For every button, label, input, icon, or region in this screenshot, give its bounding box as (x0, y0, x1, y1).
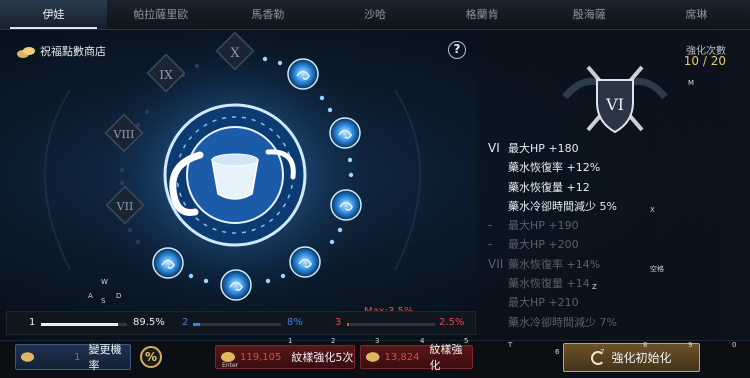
coin-pile-icon (17, 47, 35, 58)
prob-1-value: 89.5% (133, 317, 165, 328)
coin-icon (20, 352, 35, 362)
prob-2-value: 8% (287, 317, 303, 328)
svg-text:X: X (230, 46, 240, 61)
prob-3-bar (347, 323, 435, 326)
level-crest-icon: VI (562, 65, 668, 134)
enhance-5x-label: 紋樣強化5次 (291, 351, 354, 364)
key-hint-space: 空格 (650, 265, 664, 273)
stats-list: VI 最大HP +180 藥水恢復率 +12% 藥水恢復量 +12 藥水冷卻時間減… (488, 139, 738, 332)
stat-row: 藥水恢復率 +12% (508, 161, 601, 175)
constellation-graphic: X IX VIII VII (44, 25, 421, 325)
prob-1-fill (41, 323, 118, 326)
reset-enhancement-label: 強化初始化 (611, 351, 672, 365)
svg-text:VII: VII (116, 200, 134, 213)
tab-gran-kain[interactable]: 格蘭肯 (429, 0, 536, 29)
key-hint-d: D (116, 292, 122, 300)
aquarius-emblem-icon (163, 103, 307, 247)
key-hint-2: 2 (331, 337, 336, 345)
stat-row: - 最大HP +200 (488, 237, 579, 252)
enhance-button[interactable]: 13,824 紋樣強化 (360, 343, 473, 372)
tab-palasario[interactable]: 帕拉薩里歐 (107, 0, 214, 29)
coin-icon (365, 352, 380, 362)
prob-1-bar (41, 323, 127, 326)
key-hint-z: Z (592, 283, 597, 291)
tab-saha[interactable]: 沙哈 (321, 0, 428, 29)
prob-3-num: 3 (335, 317, 342, 328)
blessing-shop-link[interactable]: 祝福點數商店 (16, 42, 106, 60)
tab-eva[interactable]: 伊娃 (0, 0, 108, 29)
key-hint-3: 3 (375, 337, 380, 345)
help-icon[interactable]: ? (448, 41, 466, 59)
blessing-shop-label: 祝福點數商店 (40, 45, 106, 58)
key-hint-t: T (508, 341, 513, 349)
tab-einhasad[interactable]: 殷海薩 (536, 0, 643, 29)
constellation-panel: X IX VIII VII (0, 25, 476, 325)
tab-marsha[interactable]: 馬香勒 (214, 0, 321, 29)
change-probability-label: 變更機率 (88, 343, 122, 372)
probability-row: 1 89.5% 2 8% 3 2.5% (6, 311, 476, 335)
svg-text:IX: IX (159, 68, 173, 82)
prob-2-bar (193, 323, 281, 326)
enhance-label: 紋樣強化 (429, 343, 463, 372)
prob-3-fill (347, 323, 350, 326)
enhance-5x-cost: 119,105 (240, 351, 282, 363)
percent-info-button[interactable]: % (140, 346, 162, 368)
reset-enhancement-button[interactable]: 強化初始化 (563, 343, 700, 372)
stat-row: VI 最大HP +180 (488, 141, 579, 155)
key-hint-w: W (101, 278, 108, 286)
stat-row: 藥水恢復量 +14 (508, 277, 590, 291)
prob-2-num: 2 (182, 317, 189, 328)
key-hint-s: S (101, 297, 106, 305)
stat-row: 最大HP +210 (508, 296, 579, 310)
tab-shilen[interactable]: 席琳 (643, 0, 750, 29)
enhance-count-value: 10 / 20 (683, 54, 726, 68)
stat-row: 藥水冷卻時間減少 5% (508, 199, 617, 213)
key-hint-8: 8 (643, 341, 648, 349)
key-hint-x: X (650, 206, 655, 214)
change-probability-count: 1 (74, 351, 81, 363)
key-hint-m: M (688, 79, 695, 87)
stat-row: - 最大HP +190 (488, 218, 579, 233)
svg-text:VIII: VIII (113, 128, 135, 141)
key-hint-5: 5 (464, 337, 469, 345)
prob-3-value: 2.5% (439, 317, 465, 328)
key-hint-1: 1 (288, 337, 293, 345)
stat-row: 藥水冷卻時間減少 7% (508, 315, 617, 329)
enter-key-hint: Enter (222, 362, 239, 369)
key-hint-7: 7 (600, 348, 605, 356)
prob-2-fill (193, 323, 201, 326)
stat-row: 藥水恢復量 +12 (508, 180, 590, 194)
stat-row: VII 藥水恢復率 +14% (488, 256, 601, 271)
prob-1-num: 1 (29, 317, 36, 328)
key-hint-4: 4 (420, 337, 425, 345)
change-probability-button[interactable]: 1 變更機率 (15, 343, 131, 372)
key-hint-6: 6 (555, 348, 560, 356)
key-hint-9: 9 (688, 341, 693, 349)
svg-text:VI: VI (605, 95, 624, 114)
key-hint-0: 0 (732, 341, 737, 349)
tab-bar: 伊娃 帕拉薩里歐 馬香勒 沙哈 格蘭肯 殷海薩 席琳 (0, 0, 750, 30)
key-hint-a: A (88, 292, 93, 300)
enhance-cost: 13,824 (384, 351, 420, 363)
